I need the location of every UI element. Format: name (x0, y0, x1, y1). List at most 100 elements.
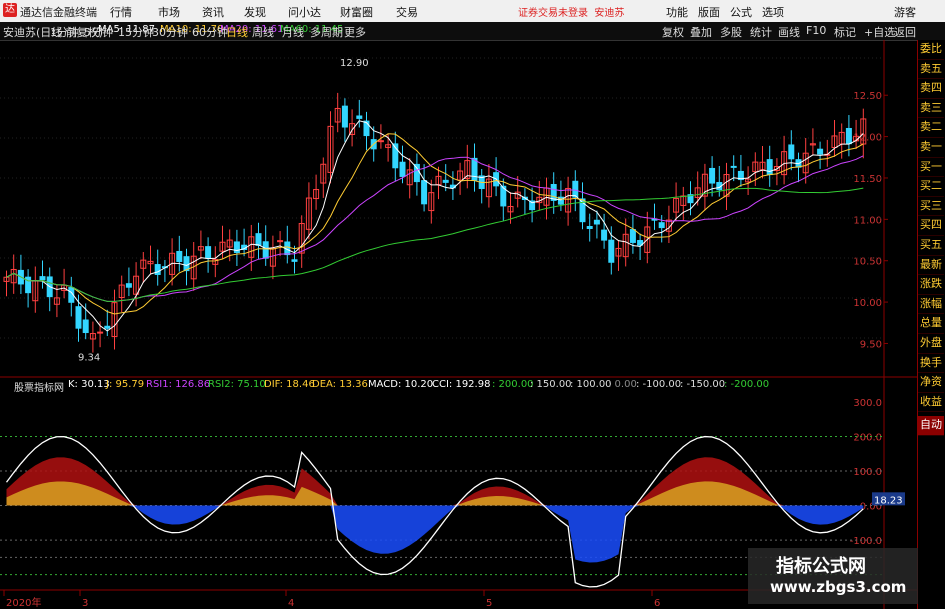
toolbar-button-4[interactable]: 画线 (778, 24, 800, 40)
period-8[interactable]: 月线 (282, 24, 304, 40)
candle-body (82, 319, 89, 334)
period-10[interactable]: 更多 (344, 24, 366, 40)
menu-news[interactable]: 资讯 (202, 4, 224, 20)
sidebar-item-18[interactable]: 收益 (918, 393, 944, 413)
sidebar-auto-button[interactable]: 自动 (918, 416, 944, 436)
period-2[interactable]: 5分钟 (84, 24, 113, 40)
indicator-tick-label-1: 200.0 (853, 432, 882, 443)
candle-body (125, 283, 132, 288)
candle-body (709, 167, 716, 184)
menu-market[interactable]: 行情 (110, 4, 132, 20)
sidebar-item-8[interactable]: 买三 (918, 197, 944, 217)
menu-trade[interactable]: 交易 (396, 4, 418, 20)
layout-button[interactable]: 版面 (698, 4, 720, 20)
title-bar: 达 通达信金融终端 行情 市场 资讯 发现 问小达 财富圈 交易 证券交易未登录… (0, 0, 945, 23)
candle-body (658, 222, 665, 229)
toolbar-button-5[interactable]: F10 (806, 24, 826, 37)
toolbar-button-0[interactable]: 复权 (662, 24, 684, 40)
period-7[interactable]: 周线 (252, 24, 274, 40)
chart-toolbar: 安迪苏(日线 前复权) MA5: 11.87 MA10: 11.70 MA20:… (0, 22, 945, 41)
sidebar-item-0[interactable]: 委比 (918, 40, 944, 60)
sidebar-item-14[interactable]: 总量 (918, 314, 944, 334)
menu-wealth[interactable]: 财富圈 (340, 4, 373, 20)
sidebar-item-9[interactable]: 买四 (918, 216, 944, 236)
toolbar-button-6[interactable]: 标记 (834, 24, 856, 40)
formula-button[interactable]: 公式 (730, 4, 752, 20)
sidebar-item-6[interactable]: 买一 (918, 158, 944, 178)
candle-body (255, 233, 262, 246)
candle-body (608, 239, 615, 263)
level-minus-200: : -200.00 (724, 379, 770, 390)
toolbar-button-8[interactable]: 返回 (894, 24, 916, 40)
sidebar-item-13[interactable]: 涨幅 (918, 295, 944, 315)
sidebar-item-2[interactable]: 卖四 (918, 79, 944, 99)
toolbar-button-7[interactable]: +自选 (864, 24, 895, 40)
sidebar-item-7[interactable]: 买二 (918, 177, 944, 197)
level-150: : 150.00 (530, 379, 572, 390)
quote-sidebar: 委比 卖五 卖四 卖三 卖二 卖一 买一 买二 买三 买四 买五 最新 涨跌 涨幅 总量 外盘 换手 净资 收益自动 (917, 40, 945, 609)
rsi1-value: RSI1: 126.86 (146, 379, 211, 390)
candle-body (97, 331, 104, 334)
period-1[interactable]: 1分钟 (50, 24, 79, 40)
toolbar-button-2[interactable]: 多股 (720, 24, 742, 40)
candle-body (550, 184, 557, 201)
sidebar-item-11[interactable]: 最新 (918, 256, 944, 276)
dea-value: DEA: 13.36 (312, 379, 368, 390)
candle-body (104, 325, 111, 329)
sidebar-item-12[interactable]: 涨跌 (918, 275, 944, 295)
period-9[interactable]: 多周期 (310, 24, 343, 40)
period-6[interactable]: 日线 (226, 24, 248, 40)
indicator-tick-label-0: 300.0 (853, 398, 882, 409)
sidebar-item-5[interactable]: 卖一 (918, 138, 944, 158)
candle-body (413, 163, 420, 183)
options-button[interactable]: 选项 (762, 4, 784, 20)
price-tick-label-3: 11.00 (853, 215, 882, 226)
menu-markets[interactable]: 市场 (158, 4, 180, 20)
function-button[interactable]: 功能 (666, 4, 688, 20)
candle-body (399, 161, 406, 177)
j-value: J: 95.79 (106, 379, 145, 390)
price-tick-label-0: 12.50 (853, 91, 882, 102)
kline-chart[interactable]: 12.50 12.00 11.50 11.00 10.50 10.00 9.50 12.90 9… (0, 40, 917, 609)
menu-ask[interactable]: 问小达 (288, 4, 321, 20)
ma10-line (6, 133, 864, 315)
ma60-line (6, 187, 864, 302)
candle-body (593, 219, 600, 225)
indicator-name[interactable]: 股票指标网 (14, 379, 64, 394)
period-3[interactable]: 15分钟 (118, 24, 154, 40)
candle-body (442, 179, 449, 183)
watermark: 指标公式网 www.zbgs3.com (748, 548, 918, 604)
level-0: : 0.00 (608, 379, 637, 390)
period-5[interactable]: 60分钟 (192, 24, 228, 40)
level-200: : 200.00 (492, 379, 534, 390)
sidebar-item-17[interactable]: 净资 (918, 373, 944, 393)
x-axis-label-3: 5 (486, 598, 492, 609)
sidebar-item-16[interactable]: 换手 (918, 354, 944, 374)
candle-body (205, 246, 212, 259)
level-minus-150: : -150.00 (680, 379, 726, 390)
candle-body (845, 127, 852, 145)
sidebar-item-10[interactable]: 买五 (918, 236, 944, 256)
sidebar-item-15[interactable]: 外盘 (918, 334, 944, 354)
candle-body (421, 180, 428, 205)
menu-discover[interactable]: 发现 (244, 4, 266, 20)
candle-body (730, 165, 737, 168)
sidebar-item-4[interactable]: 卖二 (918, 118, 944, 138)
login-status: 证券交易未登录 安迪苏 (518, 8, 625, 19)
app-title: 通达信金融终端 (20, 6, 97, 19)
price-tick-label-6: 9.50 (860, 339, 882, 350)
toolbar-button-1[interactable]: 叠加 (690, 24, 712, 40)
app-logo-icon: 达 (3, 3, 17, 17)
candle-body (572, 180, 579, 198)
candle-body (586, 226, 593, 229)
watermark-title: 指标公式网 (776, 556, 866, 577)
x-axis-label-4: 6 (654, 598, 660, 609)
guest-button[interactable]: 游客 (894, 4, 916, 20)
sidebar-item-3[interactable]: 卖三 (918, 99, 944, 119)
period-4[interactable]: 30分钟 (152, 24, 188, 40)
level-100: : 100.00 (570, 379, 612, 390)
sidebar-item-1[interactable]: 卖五 (918, 60, 944, 80)
candle-body (176, 250, 183, 262)
candle-body (601, 229, 608, 241)
toolbar-button-3[interactable]: 统计 (750, 24, 772, 40)
